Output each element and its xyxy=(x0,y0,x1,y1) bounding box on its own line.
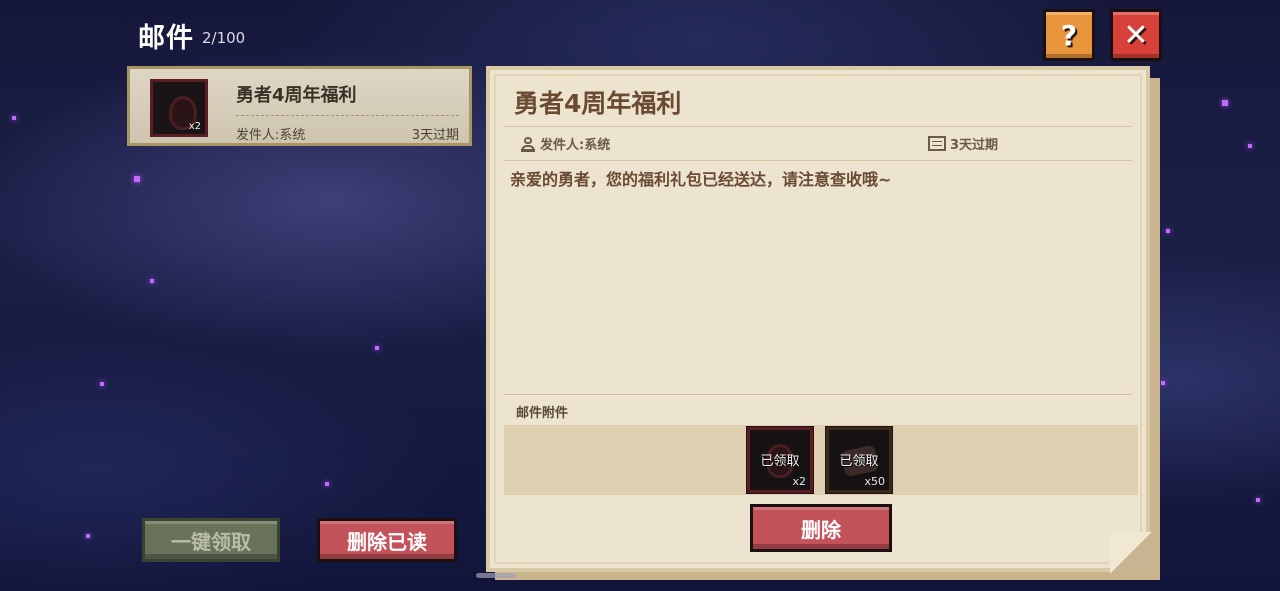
calendar-icon xyxy=(928,136,946,151)
divider xyxy=(504,394,1132,395)
mail-item-sender: 发件人:系统 xyxy=(236,128,306,143)
mail-body: 亲爱的勇者，您的福利礼包已经送达，请注意查收哦~ xyxy=(510,170,892,189)
mail-detail-panel: 勇者4周年福利 发件人:系统 3天过期 亲爱的勇者，您的福利礼包已经送达，请注意… xyxy=(486,66,1152,574)
close-button[interactable]: ✕ xyxy=(1110,9,1162,61)
claimed-label: 已领取 xyxy=(760,454,800,469)
question-icon: ? xyxy=(1060,18,1078,52)
attachment-slot[interactable]: 已领取 x2 xyxy=(747,427,813,493)
star-decoration xyxy=(1248,144,1252,148)
star-decoration xyxy=(12,116,16,120)
page-title: 邮件 xyxy=(138,23,194,54)
help-button[interactable]: ? xyxy=(1043,9,1095,61)
potion-icon: x2 xyxy=(150,79,208,137)
game-screen: 邮件 2/100 ? ✕ x2 勇者4周年福利 发件人:系统 3天过期 一键领取… xyxy=(0,0,1280,591)
attachment-slot[interactable]: 已领取 x50 xyxy=(826,427,892,493)
scroll-handle[interactable] xyxy=(476,573,516,578)
star-decoration xyxy=(1166,229,1170,233)
delete-button[interactable]: 删除 xyxy=(750,504,892,552)
star-decoration xyxy=(100,382,104,386)
mail-count: 2/100 xyxy=(202,29,246,47)
star-decoration xyxy=(325,482,329,486)
star-decoration xyxy=(1161,381,1165,385)
attachments-strip xyxy=(504,425,1138,495)
divider xyxy=(504,126,1132,127)
claim-all-button[interactable]: 一键领取 xyxy=(142,518,280,562)
attachment-count: x2 xyxy=(792,475,806,488)
sender-text: 发件人:系统 xyxy=(540,138,611,153)
person-icon xyxy=(520,136,536,152)
thumb-count: x2 xyxy=(188,121,201,132)
mail-item-title: 勇者4周年福利 xyxy=(236,85,357,106)
mail-list-item[interactable]: x2 勇者4周年福利 发件人:系统 3天过期 xyxy=(127,66,472,146)
attachments-label: 邮件附件 xyxy=(516,406,569,421)
mail-detail-title: 勇者4周年福利 xyxy=(514,89,682,118)
star-decoration xyxy=(375,346,379,350)
star-decoration xyxy=(86,534,90,538)
expiry-text: 3天过期 xyxy=(950,138,999,153)
close-icon: ✕ xyxy=(1123,17,1149,53)
delete-read-button[interactable]: 删除已读 xyxy=(317,518,457,562)
page-curl-decoration xyxy=(1110,532,1152,574)
star-decoration xyxy=(134,176,140,182)
divider xyxy=(504,160,1132,161)
mail-detail-expiry: 3天过期 xyxy=(928,134,998,153)
star-decoration xyxy=(1222,100,1228,106)
mail-detail-sender: 发件人:系统 xyxy=(520,134,610,153)
attachment-count: x50 xyxy=(864,475,885,488)
mail-item-expiry: 3天过期 xyxy=(411,128,459,143)
star-decoration xyxy=(150,279,154,283)
divider xyxy=(236,115,459,116)
star-decoration xyxy=(1256,498,1260,502)
claimed-label: 已领取 xyxy=(839,454,879,469)
